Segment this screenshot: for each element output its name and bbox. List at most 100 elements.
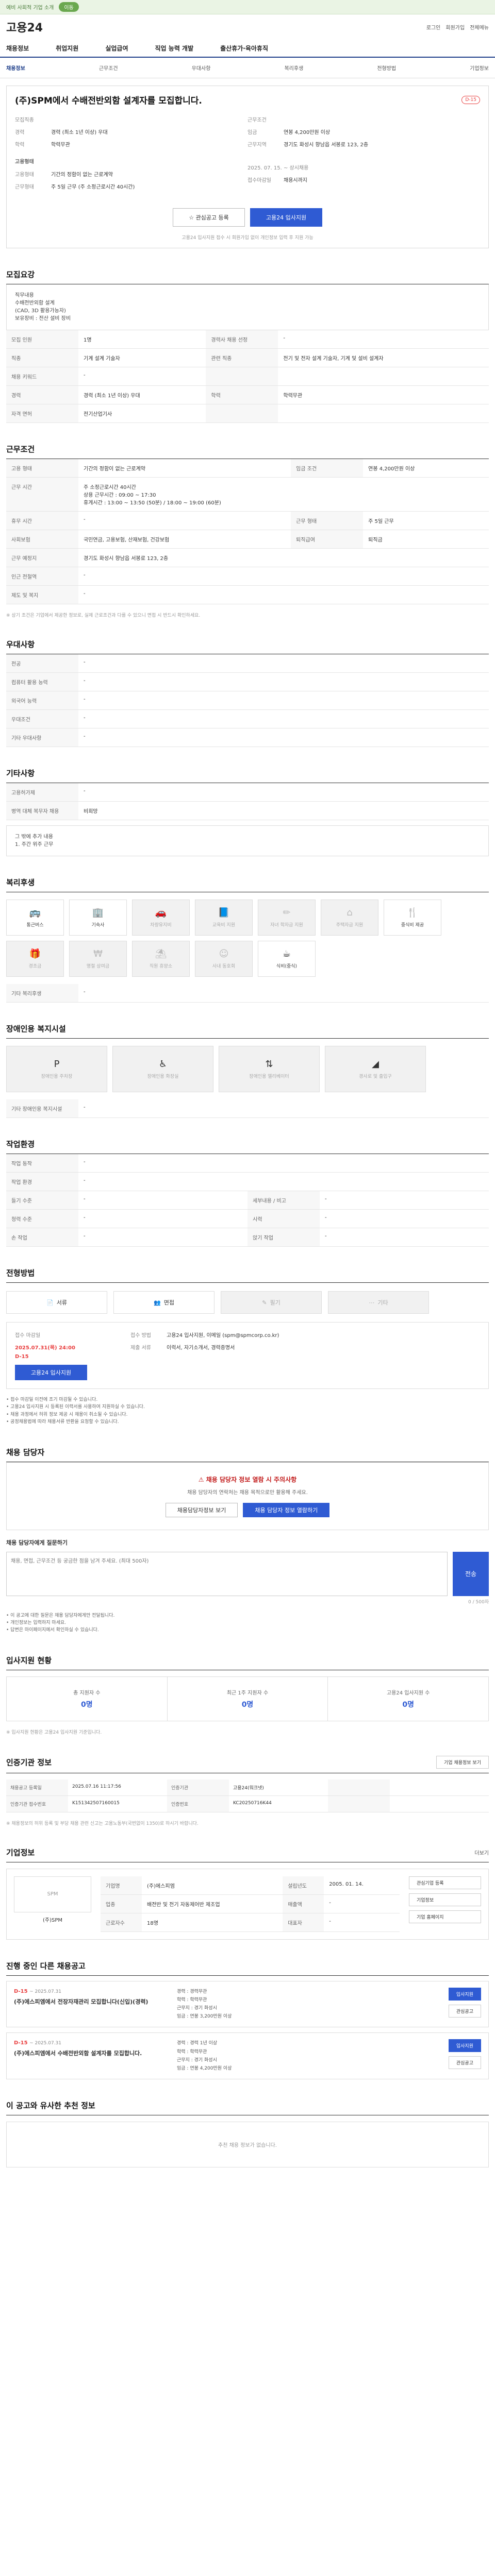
- job-scrap-button[interactable]: 관심공고: [448, 2004, 481, 2018]
- gnb-item-jobs[interactable]: 채용정보: [6, 44, 29, 53]
- site-logo[interactable]: 고용24: [6, 19, 43, 35]
- disabled-label: 장애인용 주차장: [41, 1074, 73, 1079]
- stat-value: 0명: [81, 1700, 93, 1709]
- table-row: 작업 환경 -: [6, 1172, 489, 1191]
- tab-welfare[interactable]: 복리후생: [284, 64, 303, 72]
- send-button[interactable]: 전송: [453, 1551, 489, 1596]
- gnb-item-employment-support[interactable]: 취업지원: [56, 44, 78, 53]
- counsel-input[interactable]: [6, 1551, 448, 1596]
- section-recommend: 이 공고와 유사한 추천 정보 추천 채용 정보가 없습니다.: [6, 2100, 489, 2168]
- method-tile: 📄 서류: [6, 1291, 107, 1314]
- top-notice-button[interactable]: 이동: [59, 2, 79, 12]
- view-contact-button[interactable]: 채용담당자정보 보기: [165, 1502, 238, 1517]
- method-tile: ✎ 필기: [221, 1291, 322, 1314]
- online-apply-button[interactable]: 고용24 입사지원: [15, 1365, 87, 1380]
- gnb-item-training[interactable]: 직업 능력 개발: [155, 44, 194, 53]
- welfare-tile: ☺ 사내 동호회: [195, 941, 253, 977]
- summary-line: 보유장비 : 전산 설비 장비: [15, 316, 71, 321]
- utility-links: 로그인 회원가입 전체메뉴: [426, 23, 489, 31]
- company-info-button[interactable]: 기업정보: [409, 1893, 481, 1906]
- company-box: SPM (주)SPM 기업명 (주)에스피엠 설립년도 2005. 01. 14. 업…: [6, 1868, 489, 1940]
- tab-method[interactable]: 전형방법: [377, 64, 396, 72]
- table-row: 업종 배전반 및 전기 자동제어반 제조업 매출액 -: [101, 1894, 400, 1913]
- welfare-tile: 🏢 기숙사: [69, 900, 127, 936]
- tab-company[interactable]: 기업정보: [470, 64, 489, 72]
- cup-icon: ☕: [282, 948, 291, 959]
- club-icon: ☺: [219, 948, 229, 959]
- summary-value: 연봉 4,200만원 이상: [284, 130, 331, 135]
- table-row: 고용허가제 -: [6, 783, 489, 802]
- method-tile: ⋯ 기타: [328, 1291, 429, 1314]
- method-label: 서류: [56, 1299, 67, 1306]
- gift-icon: 🎁: [29, 948, 41, 959]
- scrap-label: 관심공고 등록: [195, 214, 229, 221]
- tab-recruit[interactable]: 채용정보: [6, 64, 25, 72]
- summary-value: 경력 (최소 1년 이상) 우대: [51, 130, 108, 135]
- method-label: 기타: [377, 1299, 388, 1306]
- open-contact-button[interactable]: 채용 담당자 정보 열람하기: [243, 1502, 330, 1517]
- job-date: ~ 2025.07.31: [29, 2041, 61, 2046]
- welfare-icons: 🚌 통근버스 🏢 기숙사 🚗 차량유지비 📘 교육비 지원 ✏ 자녀 학자금 지원 ⌂ 주택…: [6, 892, 489, 984]
- list-item[interactable]: D-15 ~ 2025.07.31 (주)에스피엠에서 수배전반외함 설계자를 …: [6, 2032, 489, 2080]
- job-apply-button[interactable]: 입사지원: [448, 1987, 481, 2001]
- signup-link[interactable]: 회원가입: [446, 23, 465, 31]
- disabled-tile: P 장애인용 주차장: [6, 1046, 107, 1092]
- note-line: • 답변은 마이페이지에서 확인하실 수 있습니다.: [6, 1628, 99, 1633]
- recruit-table: 모집 인원 1명 경력사 채용 선정 - 직종 기계 설계 기술자 관련 직종 전기 및 전…: [6, 330, 489, 423]
- method-label: 필기: [270, 1299, 280, 1306]
- apply-button[interactable]: 고용24 입사지원: [250, 208, 322, 227]
- meal-icon: 🍴: [406, 907, 419, 918]
- job-title[interactable]: (주)에스피엠에서 전장자재관리 모집합니다(신입)(경력): [14, 1997, 169, 2006]
- detail-tabs: 채용정보 근무조건 우대사항 복리후생 전형방법 기업정보: [0, 58, 495, 78]
- job-title: (주)SPM에서 수배전반외함 설계자를 모집합니다.: [15, 96, 202, 106]
- table-row: 작업 동작 -: [6, 1154, 489, 1173]
- welfare-tile: 🍴 중식비 제공: [384, 900, 441, 936]
- table-row: 컴퓨터 활용 능력 -: [6, 672, 489, 691]
- job-meta: 경력 : 경력 1년 이상: [177, 2041, 218, 2046]
- stat-label: 최근 1주 지원자 수: [226, 1690, 269, 1696]
- welfare-extra-table: 기타 복리후생 -: [6, 984, 489, 1003]
- section-contact: 채용 담당자 ⚠ 채용 담당자 정보 열람 시 주의사항 채용 담당자의 연락처…: [6, 1447, 489, 1634]
- welfare-label: 사내 동호회: [212, 964, 236, 969]
- note-line: • 고용24 입사지원 시 등록된 이력서를 사용하여 지원하실 수 있습니다.: [6, 1404, 145, 1410]
- summary-value: 기간의 정함이 없는 근로계약: [51, 172, 113, 178]
- job-title[interactable]: (주)에스피엠에서 수배전반외함 설계자를 모집합니다.: [14, 2049, 169, 2057]
- welfare-label: 차량유지비: [150, 923, 172, 928]
- job-apply-button[interactable]: 입사지원: [448, 2039, 481, 2053]
- scrap-button[interactable]: ☆ 관심공고 등록: [173, 208, 245, 227]
- list-item[interactable]: D-15 ~ 2025.07.31 (주)에스피엠에서 전장자재관리 모집합니다…: [6, 1980, 489, 2028]
- interview-icon: 👥: [154, 1299, 161, 1306]
- company-more-link[interactable]: 더보기: [474, 1849, 489, 1856]
- tab-condition[interactable]: 근무조건: [99, 64, 118, 72]
- gnb-item-parental-leave[interactable]: 출산휴가·육아휴직: [220, 44, 268, 53]
- note-line: • 이 공고에 대한 질문은 채용 담당자에게만 전달됩니다.: [6, 1613, 115, 1618]
- section-company: 기업정보 더보기 SPM (주)SPM 기업명 (주)에스피엠 설립년도 2005. …: [6, 1847, 489, 1940]
- login-link[interactable]: 로그인: [426, 23, 441, 31]
- deadline-label: 접수마감일: [248, 178, 271, 183]
- company-logo: SPM: [14, 1876, 91, 1912]
- method-tiles: 📄 서류 👥 면접 ✎ 필기 ⋯ 기타: [6, 1283, 489, 1322]
- job-dday: D-15: [14, 1988, 28, 1994]
- disabled-tile: ◢ 경사로 및 출입구: [325, 1046, 426, 1092]
- method-detail: 접수 마감일 2025.07.31(목) 24:00 D-15 고용24 입사지…: [6, 1322, 489, 1389]
- table-row: 채용 키워드 -: [6, 367, 489, 386]
- company-table: 기업명 (주)에스피엠 설립년도 2005. 01. 14. 업종 배전반 및 전기 자…: [101, 1876, 400, 1932]
- logo-bar: 고용24 로그인 회원가입 전체메뉴: [0, 14, 495, 39]
- work-hours-line: 휴게시간 : 13:00 ~ 13:50 (50분) / 18:00 ~ 19:…: [84, 500, 221, 506]
- summary-label: 경력: [15, 130, 25, 135]
- summary-label: 학력: [15, 142, 25, 148]
- follow-company-button[interactable]: 관심기업 등록: [409, 1876, 481, 1889]
- company-homepage-button[interactable]: 기업 홈페이지: [409, 1910, 481, 1923]
- all-menu-link[interactable]: 전체메뉴: [470, 23, 489, 31]
- condition-footnote: ※ 상기 조건은 기업에서 제공한 정보로, 실제 근로조건과 다를 수 있으니…: [6, 613, 201, 618]
- table-row: 모집 인원 1명 경력사 채용 선정 -: [6, 330, 489, 349]
- tab-preference[interactable]: 우대사항: [192, 64, 211, 72]
- counsel-label: 채용 담당자에게 질문하기: [6, 1539, 68, 1546]
- table-row: 외국어 능력 -: [6, 691, 489, 710]
- company-name: (주)SPM: [42, 1917, 62, 1923]
- company-jobs-button[interactable]: 기업 채용정보 보기: [436, 1755, 489, 1769]
- table-row: 고용 형태 기간의 정함이 없는 근로계약 임금 조건 연봉 4,200만원 이상: [6, 459, 489, 478]
- etc-table: 고용허가제 - 병역 대체 복무자 채용 비희망: [6, 783, 489, 820]
- gnb-item-unemployment[interactable]: 실업급여: [105, 44, 128, 53]
- job-scrap-button[interactable]: 관심공고: [448, 2056, 481, 2070]
